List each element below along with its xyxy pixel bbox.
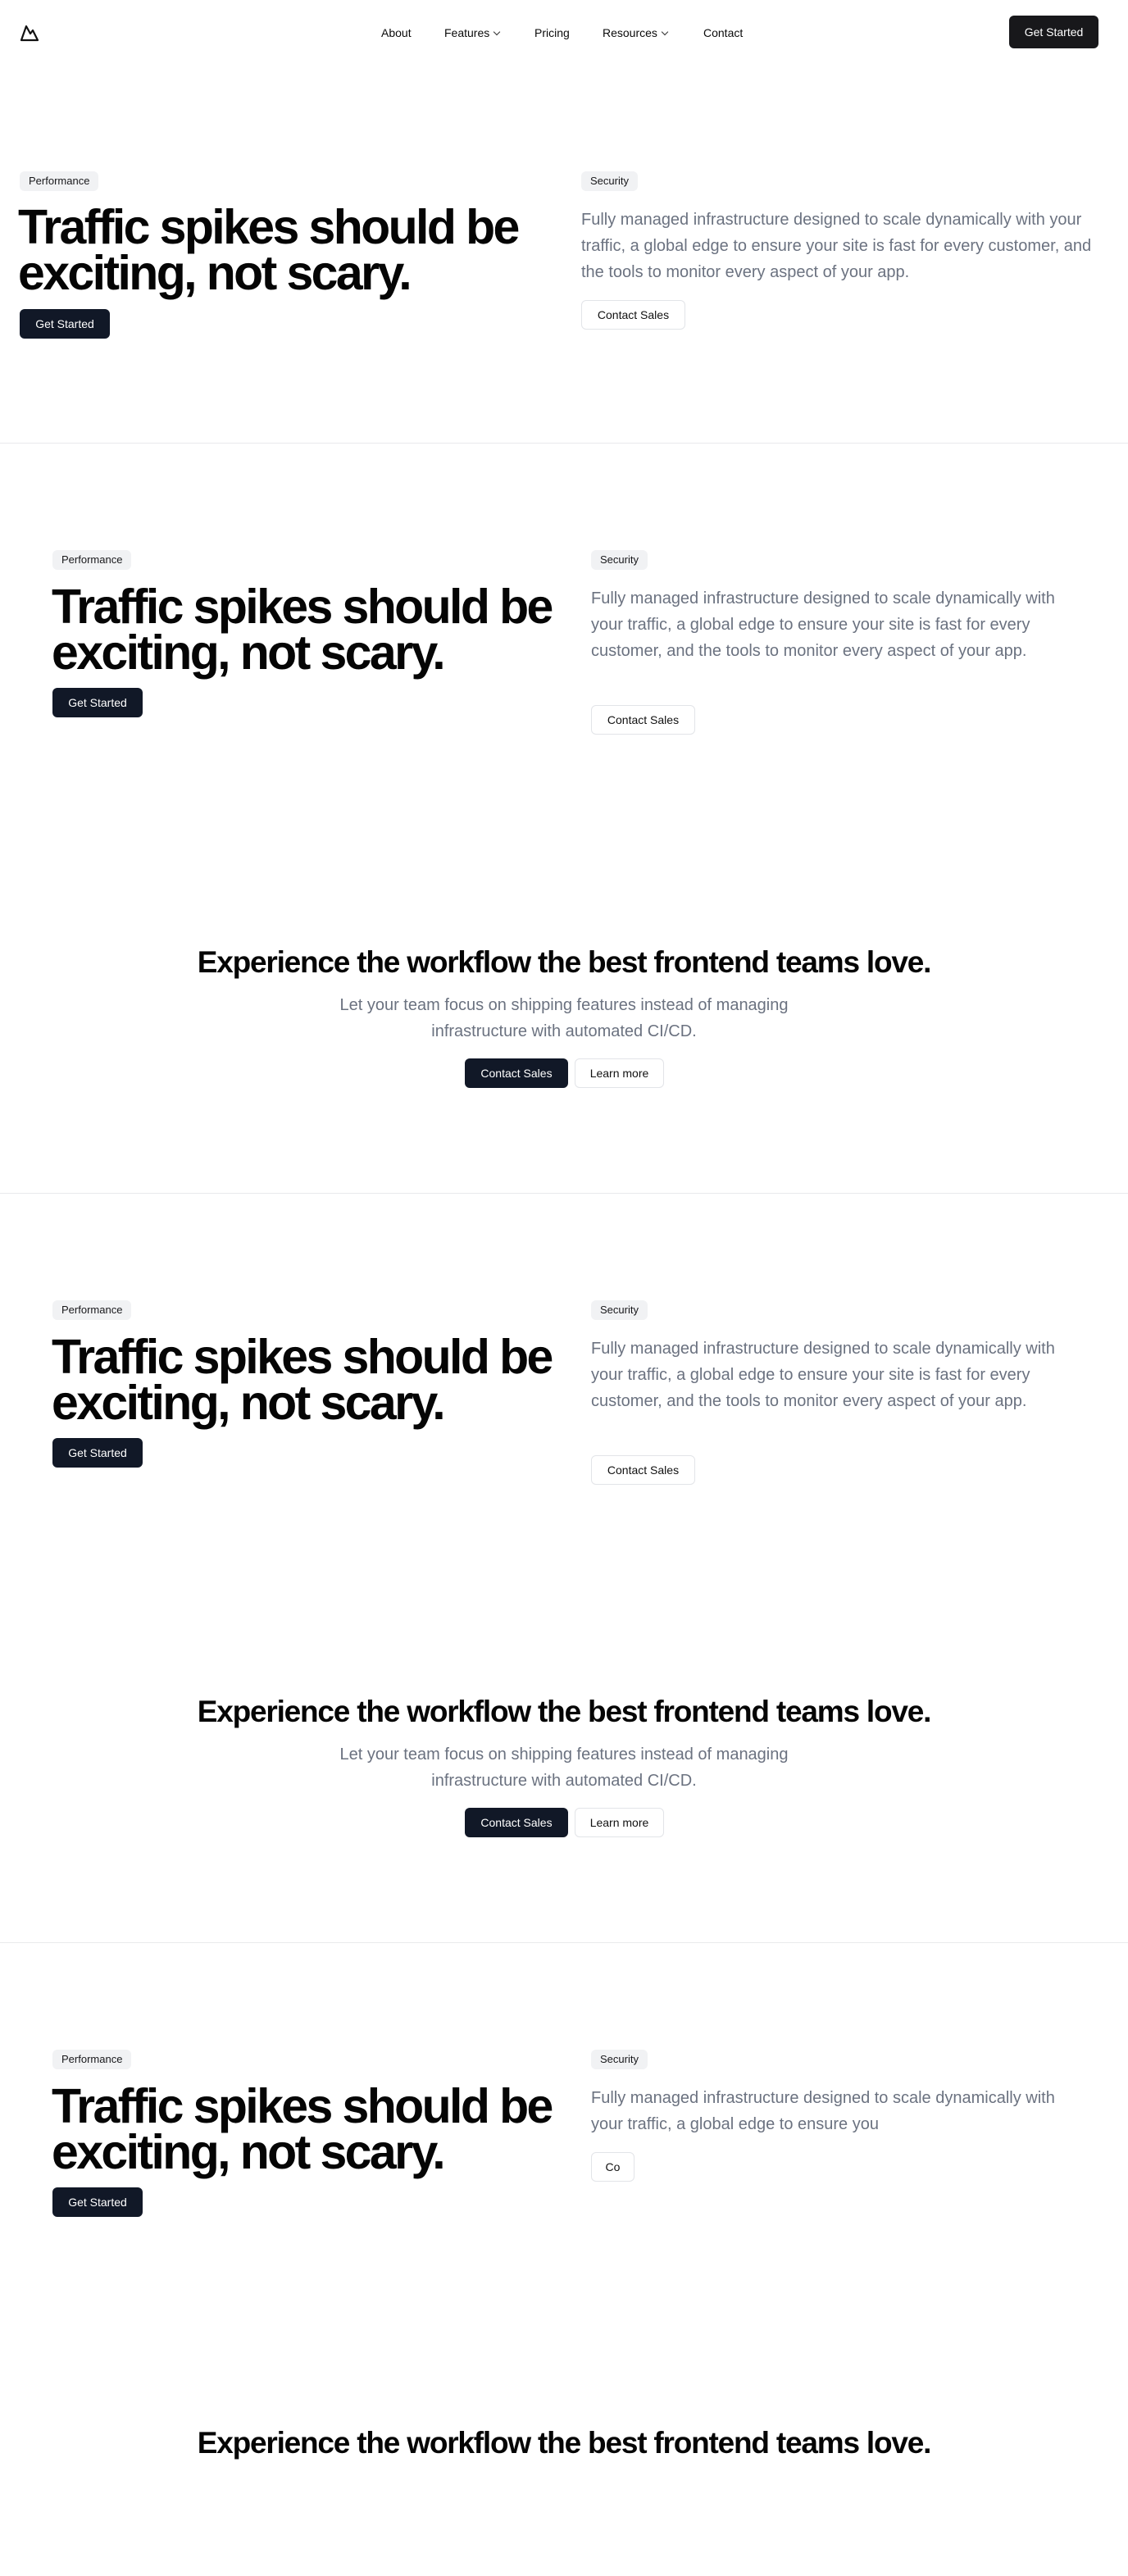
learn-more-button[interactable]: Learn more (575, 1808, 664, 1837)
security-badge: Security (581, 171, 638, 191)
contact-sales-button[interactable]: Contact Sales (465, 1058, 568, 1088)
cta-title: Experience the workflow the best fronten… (197, 1695, 932, 1728)
cta-title: Experience the workflow the best fronten… (197, 945, 932, 979)
chevron-down-icon (661, 28, 669, 36)
contact-sales-button[interactable]: Contact Sales (581, 300, 685, 330)
section-divider (0, 1193, 1128, 1194)
contact-sales-button[interactable]: Contact Sales (465, 1808, 568, 1837)
nav-link-features[interactable]: Features (444, 25, 501, 41)
get-started-button[interactable]: Get Started (52, 1438, 143, 1468)
nav-link-contact[interactable]: Contact (703, 25, 743, 41)
section-divider (0, 1942, 1128, 1943)
performance-badge: Performance (52, 2050, 132, 2069)
feature-paragraph: Fully managed infrastructure designed to… (581, 211, 1092, 281)
get-started-button[interactable]: Get Started (52, 2187, 143, 2217)
learn-more-button[interactable]: Learn more (575, 1058, 664, 1088)
hero-title-line2: exciting, not scary. (52, 2125, 446, 2179)
nav-links: About Features Pricing Resources Contact (0, 25, 1128, 41)
hero-title-line2: exciting, not scary. (18, 246, 412, 300)
contact-sales-button[interactable]: Contact Sales (591, 1455, 695, 1485)
cta-subtitle: Let your team focus on shipping features… (339, 1745, 789, 1790)
contact-sales-button[interactable]: Contact Sales (591, 705, 695, 735)
nav-link-resources[interactable]: Resources (603, 25, 669, 41)
top-navbar: About Features Pricing Resources Contact… (0, 0, 1128, 65)
nav-link-resources-label: Resources (603, 26, 657, 39)
hero-title: Traffic spikes should be exciting, not s… (52, 2082, 553, 2177)
hero-title: Traffic spikes should be exciting, not s… (52, 1333, 553, 1427)
nav-link-about[interactable]: About (381, 25, 412, 41)
get-started-button[interactable]: Get Started (1009, 16, 1098, 48)
feature-paragraph: Fully managed infrastructure designed to… (591, 589, 1055, 660)
cta-subtitle: Let your team focus on shipping features… (339, 996, 789, 1040)
security-badge: Security (591, 1300, 648, 1320)
feature-paragraph: Fully managed infrastructure designed to… (591, 1340, 1055, 1410)
chevron-down-icon (494, 28, 501, 36)
performance-badge: Performance (52, 550, 132, 570)
nav-link-pricing[interactable]: Pricing (534, 25, 570, 41)
get-started-button[interactable]: Get Started (52, 688, 143, 717)
get-started-button[interactable]: Get Started (20, 309, 110, 339)
security-badge: Security (591, 2050, 648, 2069)
contact-sales-button[interactable]: Co (591, 2152, 634, 2182)
nav-link-features-label: Features (444, 26, 490, 39)
cta-title: Experience the workflow the best fronten… (197, 2426, 932, 2460)
hero-title-line2: exciting, not scary. (52, 1376, 446, 1430)
hero-title: Traffic spikes should be exciting, not s… (18, 203, 520, 298)
hero-title: Traffic spikes should be exciting, not s… (52, 583, 553, 677)
section-divider (0, 443, 1128, 444)
hero-title-line2: exciting, not scary. (52, 626, 446, 680)
security-badge: Security (591, 550, 648, 570)
feature-paragraph: Fully managed infrastructure designed to… (591, 2089, 1055, 2133)
performance-badge: Performance (20, 171, 99, 191)
performance-badge: Performance (52, 1300, 132, 1320)
